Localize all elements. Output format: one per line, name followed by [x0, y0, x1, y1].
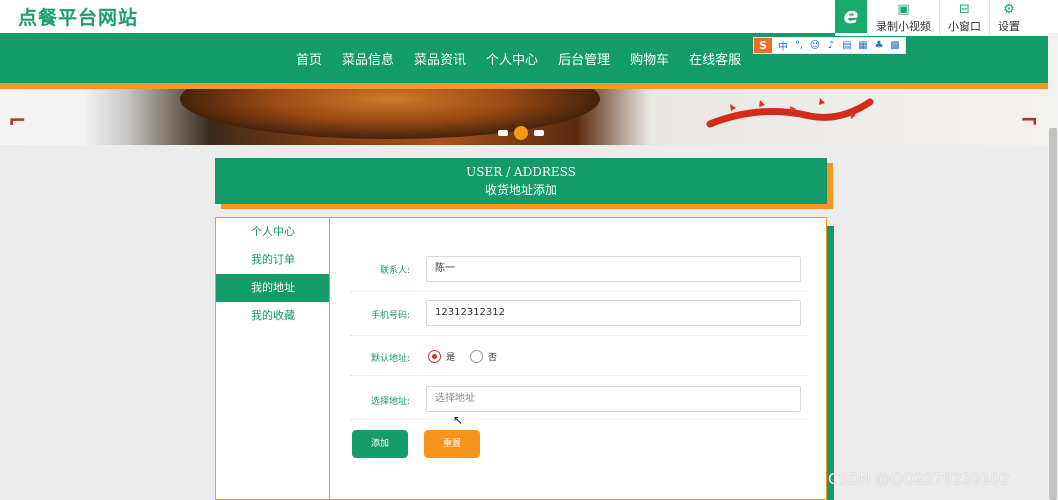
browser-floating-toolbar: e ▣ 录制小视频 ⊟ 小窗口 ⚙ 设置	[835, 0, 1058, 36]
nav-item-support[interactable]: 在线客服	[689, 49, 741, 68]
grid-menu-icon[interactable]: ▩	[887, 40, 903, 51]
video-camera-icon: ▣	[897, 1, 910, 17]
punctuation-icon[interactable]: °,	[791, 40, 807, 51]
section-header: USER / ADDRESS 收货地址添加	[215, 158, 827, 204]
section-title-zh: 收货地址添加	[484, 183, 557, 197]
nav-item-home[interactable]: 首页	[296, 49, 322, 68]
address-row: 选择地址: 选择地址	[350, 376, 808, 420]
carousel-dot-active[interactable]	[514, 126, 528, 140]
add-button[interactable]: 添加	[352, 430, 408, 458]
address-form: 联系人: 陈一 手机号码: 12312312312 默认地址: 是 否 选择地址…	[329, 217, 827, 500]
reset-button[interactable]: 重置	[424, 430, 480, 458]
browser-logo-icon: e	[835, 0, 867, 33]
sidebar-item-addresses[interactable]: 我的地址	[216, 274, 330, 302]
keyboard-icon[interactable]: ▤	[839, 40, 855, 51]
contact-row: 联系人: 陈一	[350, 248, 808, 292]
sidebar-item-favorites[interactable]: 我的收藏	[216, 302, 330, 330]
default-address-row: 默认地址: 是 否	[350, 336, 808, 376]
tv-icon: ⊟	[959, 1, 970, 17]
mini-window-label: 小窗口	[948, 19, 981, 33]
toolbox-icon[interactable]: ▦	[855, 40, 871, 51]
nav-item-dishes[interactable]: 菜品信息	[342, 49, 394, 68]
mini-window-button[interactable]: ⊟ 小窗口	[939, 0, 989, 36]
radio-checked-icon	[428, 350, 441, 363]
gear-icon: ⚙	[1003, 1, 1015, 17]
skin-icon[interactable]: ♣	[871, 40, 887, 51]
address-label: 选择地址:	[370, 397, 410, 407]
carousel-dot[interactable]	[498, 130, 508, 136]
section-title-en: USER / ADDRESS	[466, 165, 576, 179]
ime-language-toggle[interactable]: 中	[775, 38, 791, 53]
carousel-dot[interactable]	[534, 130, 544, 136]
default-address-label: 默认地址:	[370, 354, 410, 364]
mouse-cursor-icon: ↖	[453, 413, 464, 427]
user-sidebar: 个人中心 我的订单 我的地址 我的收藏	[215, 217, 330, 500]
default-yes-label: 是	[446, 353, 456, 363]
emoji-icon[interactable]: ☺	[807, 40, 823, 51]
form-panel-shadow	[826, 226, 834, 500]
banner-decoration-left: ⌐	[8, 109, 27, 134]
scrollbar-thumb[interactable]	[1049, 128, 1057, 500]
sogou-logo-icon[interactable]: S	[754, 38, 772, 53]
record-video-label: 录制小视频	[876, 19, 931, 33]
nav-item-user-center[interactable]: 个人中心	[486, 49, 538, 68]
phone-label: 手机号码:	[370, 311, 410, 321]
nav-item-admin[interactable]: 后台管理	[558, 49, 610, 68]
contact-label: 联系人:	[379, 266, 410, 276]
banner-decoration-right: ¬	[1020, 109, 1039, 134]
watermark: CSDN @QQ2279239102	[828, 470, 1010, 488]
default-yes-radio[interactable]: 是	[428, 350, 455, 363]
banner-image-chili	[706, 98, 874, 128]
settings-button[interactable]: ⚙ 设置	[989, 0, 1028, 36]
banner-carousel: ⌐ ¬	[0, 89, 1048, 145]
default-no-label: 否	[488, 353, 498, 363]
settings-label: 设置	[998, 19, 1020, 33]
record-video-button[interactable]: ▣ 录制小视频	[867, 0, 939, 36]
nav-item-news[interactable]: 菜品资讯	[414, 49, 466, 68]
nav-item-cart[interactable]: 购物车	[630, 49, 669, 68]
microphone-icon[interactable]: ♪	[823, 40, 839, 51]
ime-toolbar: S 中 °, ☺ ♪ ▤ ▦ ♣ ▩	[753, 37, 906, 54]
address-select[interactable]: 选择地址	[426, 386, 801, 412]
contact-input[interactable]: 陈一	[426, 256, 801, 282]
carousel-indicators	[498, 126, 550, 140]
site-title[interactable]: 点餐平台网站	[18, 3, 138, 30]
radio-unchecked-icon	[470, 350, 483, 363]
phone-input[interactable]: 12312312312	[426, 300, 801, 326]
default-no-radio[interactable]: 否	[470, 350, 497, 363]
phone-row: 手机号码: 12312312312	[350, 292, 808, 336]
sidebar-item-orders[interactable]: 我的订单	[216, 246, 330, 274]
sidebar-item-user-center[interactable]: 个人中心	[216, 218, 330, 246]
